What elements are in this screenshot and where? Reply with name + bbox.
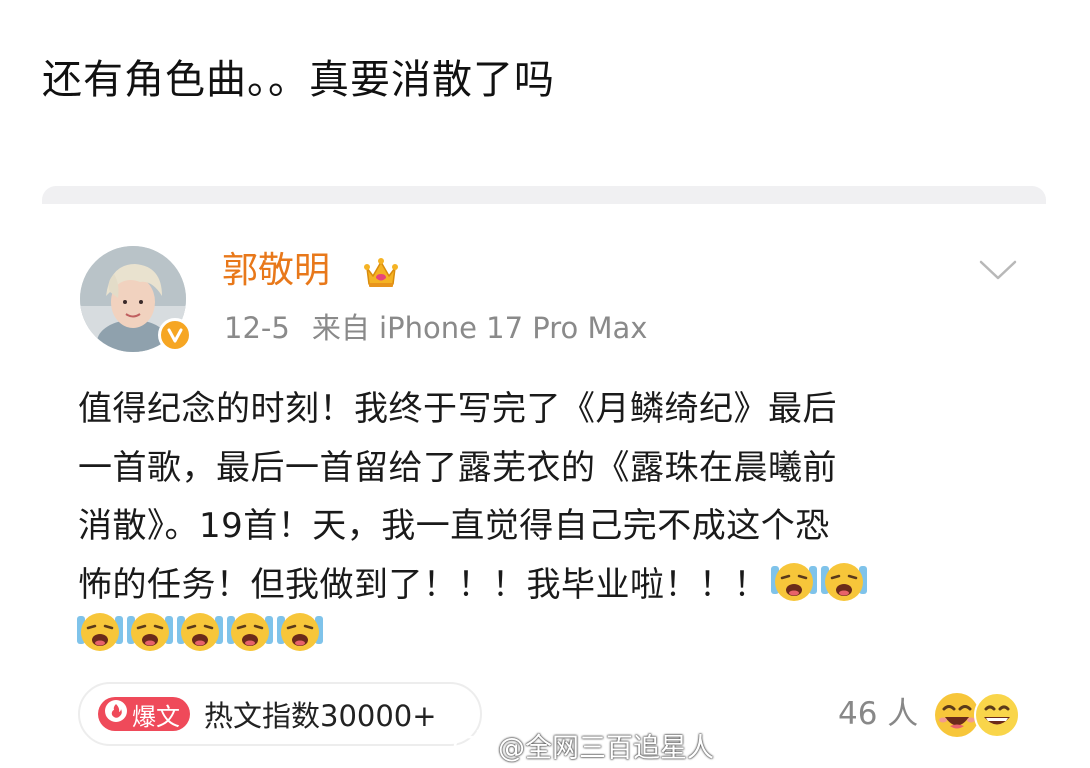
hot-index-text: 热文指数30000+ [204,699,437,733]
weibo-logo-icon [452,727,492,764]
crown-icon [362,254,400,294]
post-body: 值得纪念的时刻！我终于写完了《月鳞绮纪》最后 一首歌，最后一首留给了露芜衣的《露… [78,380,1018,622]
emoji-row [76,610,324,658]
loudly-crying-emoji [820,560,868,623]
watermark-text: @全网三百追星人 [498,733,714,764]
hot-badge: 爆文 [98,697,190,731]
post-meta: 12-5 来自 iPhone 17 Pro Max [224,308,647,348]
section-divider [42,186,1046,204]
verified-v-icon [158,318,192,352]
reaction-count[interactable]: 46 人 [838,694,918,734]
hot-index-pill[interactable]: 爆文 热文指数30000+ [78,682,482,746]
post-source: 来自 iPhone 17 Pro Max [311,311,648,345]
post-date: 12-5 [224,311,290,345]
post-text-line: 值得纪念的时刻！我终于写完了《月鳞绮纪》最后 [78,389,837,429]
loudly-crying-emoji [226,610,274,658]
post-text-line: 一首歌，最后一首留给了露芜衣的《露珠在晨曦前 [78,447,837,488]
loudly-crying-emoji [176,610,224,658]
watermark: @全网三百追星人 [452,726,714,765]
loudly-crying-emoji [276,610,324,658]
fire-icon [104,699,128,729]
hot-badge-label: 爆文 [132,702,180,731]
loudly-crying-emoji [126,610,174,658]
grinning-emoji [972,690,1022,744]
weibo-post-card[interactable]: 郭敬明 12-5 来自 iPhone 17 Pro Max 值得纪念的时刻！我终于… [42,204,1046,768]
loudly-crying-emoji [770,560,818,623]
post-text-line: 消散》。19首！天，我一直觉得自己完不成这个恐 [78,506,830,546]
chevron-down-icon[interactable] [978,258,1018,286]
username[interactable]: 郭敬明 [222,246,330,296]
post-caption: 还有角色曲。。真要消散了吗 [42,57,555,103]
reaction-emojis[interactable] [932,690,1022,744]
loudly-crying-emoji [76,610,124,658]
